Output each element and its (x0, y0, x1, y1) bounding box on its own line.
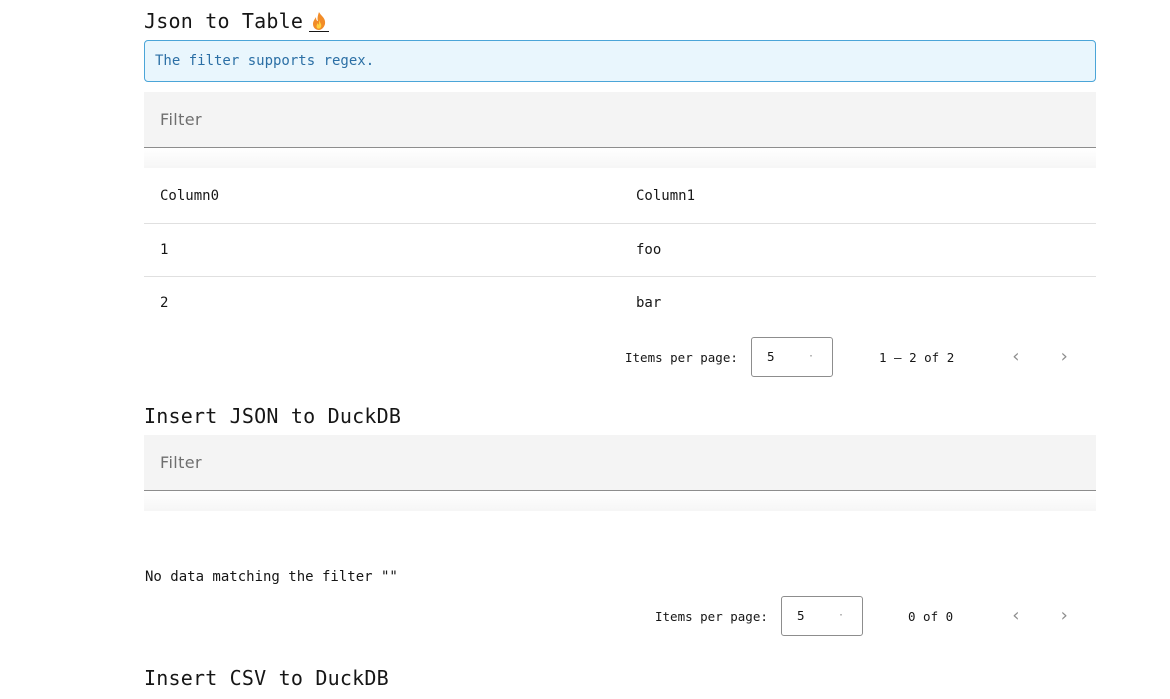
page-range: 0 of 0 (908, 609, 954, 624)
chevron-right-icon[interactable]: › (1054, 347, 1074, 367)
caret-down-icon: · (807, 351, 814, 362)
notice-text: The filter supports regex. (155, 53, 375, 69)
caret-down-icon: · (837, 610, 844, 621)
items-per-page-select[interactable]: 5 · (781, 596, 863, 636)
column-header-0[interactable]: Column0 (144, 168, 620, 224)
items-per-page-value: 5 (767, 349, 775, 364)
data-table: Column0 Column1 1 foo 2 bar (144, 168, 1096, 329)
filter-placeholder: Filter (160, 453, 203, 472)
table-cell: 1 (144, 223, 620, 277)
table-cell: 2 (160, 295, 169, 311)
filter-placeholder: Filter (160, 110, 203, 129)
table-toolbar-divider (144, 491, 1096, 511)
items-per-page-label: Items per page: (625, 350, 738, 365)
chevron-right-icon[interactable]: › (1054, 606, 1074, 626)
items-per-page-select[interactable]: 5 · (751, 337, 833, 377)
page-content: Json to Table The filter supports regex.… (144, 0, 1096, 697)
empty-table-state: No data matching the filter "" (144, 511, 1096, 585)
filter-input[interactable]: Filter (144, 435, 1096, 491)
table-header-row: Column0 Column1 (144, 168, 1096, 224)
section-title-json-to-table: Json to Table (144, 0, 1096, 40)
table-row: 1 foo (144, 223, 1096, 277)
section-title-text: Json to Table (144, 9, 304, 33)
section-title-insert-json: Insert JSON to DuckDB (144, 404, 402, 428)
regex-info-notice: The filter supports regex. (144, 40, 1096, 82)
pagination: Items per page: 5 · 0 of 0 ‹ › (144, 596, 1096, 654)
pagination: Items per page: 5 · 1 – 2 of 2 ‹ › (144, 337, 1096, 395)
table-cell: foo (620, 223, 1096, 277)
items-per-page-value: 5 (797, 608, 805, 623)
filter-input[interactable]: Filter (144, 92, 1096, 148)
items-per-page-label: Items per page: (655, 609, 768, 624)
section-title-insert-csv: Insert CSV to DuckDB (144, 666, 389, 690)
column-header-1[interactable]: Column1 (620, 168, 1096, 224)
table-toolbar-divider (144, 148, 1096, 168)
chevron-left-icon[interactable]: ‹ (1006, 606, 1026, 626)
flame-icon (309, 11, 330, 32)
chevron-left-icon[interactable]: ‹ (1006, 347, 1026, 367)
table-cell: bar (636, 295, 662, 311)
page-range: 1 – 2 of 2 (879, 350, 955, 365)
empty-message: No data matching the filter "" (145, 569, 398, 585)
table-row: 2 bar (144, 277, 1096, 330)
